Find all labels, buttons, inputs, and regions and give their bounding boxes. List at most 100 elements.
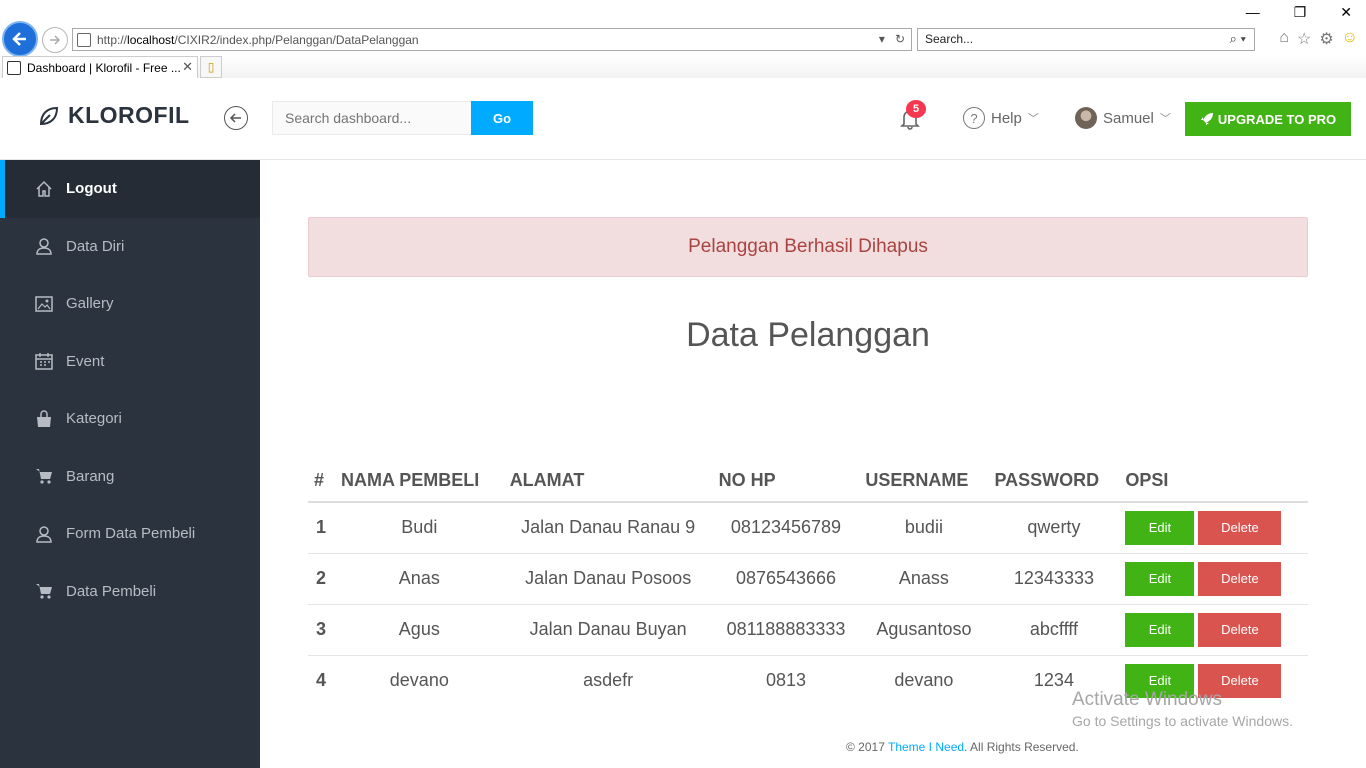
cell-username: Agusantoso [859, 603, 989, 655]
cell-alamat: Jalan Danau Buyan [503, 603, 713, 655]
footer-prefix: © 2017 [846, 740, 888, 754]
app-header: KLOROFIL Go 5 ? Help ﹀ Samuel ﹀ UPGRADE … [0, 78, 1366, 160]
sidebar-item-label: Gallery [66, 295, 114, 313]
dropdown-icon[interactable]: ▾ [879, 32, 885, 46]
chevron-down-icon: ﹀ [1027, 113, 1039, 125]
sidebar-item-form-data-pembeli[interactable]: Form Data Pembeli [0, 505, 260, 563]
alert-message: Pelanggan Berhasil Dihapus [308, 217, 1308, 277]
edit-button[interactable]: Edit [1125, 612, 1195, 647]
column-header: OPSI [1119, 460, 1308, 503]
address-bar[interactable]: http://localhost/CIXIR2/index.php/Pelang… [72, 28, 912, 51]
data-table: # NAMA PEMBELI ALAMAT NO HP USERNAME PAS… [308, 460, 1308, 706]
cell-number: 2 [308, 552, 335, 604]
footer-suffix: . All Rights Reserved. [964, 740, 1079, 754]
cell-username: budii [859, 501, 989, 553]
leaf-icon [39, 106, 59, 125]
cell-alamat: Jalan Danau Ranau 9 [503, 501, 713, 553]
arrow-left-icon [12, 32, 26, 46]
sidebar-item-logout[interactable]: Logout [0, 160, 260, 218]
settings-gear-icon[interactable]: ⚙ [1319, 29, 1333, 49]
help-menu[interactable]: ? Help ﹀ [963, 107, 1039, 129]
help-label: Help [991, 109, 1022, 127]
browser-chrome: — ❐ ✕ http://localhost/CIXIR2/index.php/… [0, 0, 1366, 57]
cell-nama: Anas [334, 552, 504, 604]
user-name: Samuel [1103, 109, 1154, 127]
forward-button[interactable] [42, 27, 68, 53]
search-icon[interactable]: ⌕ ▾ [1230, 31, 1246, 47]
feedback-smiley-icon[interactable]: ☺ [1342, 29, 1358, 49]
sidebar-item-event[interactable]: Event [0, 333, 260, 391]
sidebar-item-kategori[interactable]: Kategori [0, 390, 260, 448]
sidebar-toggle-button[interactable] [224, 106, 248, 130]
watermark-subtitle: Go to Settings to activate Windows. [1072, 713, 1293, 729]
cell-nama: Budi [334, 501, 504, 553]
cell-password: qwerty [988, 501, 1120, 553]
chevron-down-icon: ﹀ [1159, 113, 1171, 125]
question-icon: ? [963, 107, 985, 129]
delete-button[interactable]: Delete [1198, 510, 1282, 545]
home-icon[interactable]: ⌂ [1279, 29, 1289, 49]
delete-button[interactable]: Delete [1198, 612, 1282, 647]
footer-link[interactable]: Theme I Need [888, 740, 964, 754]
calendar-icon [34, 351, 54, 371]
new-tab-button[interactable]: ▯ [200, 56, 222, 78]
sidebar-item-data-pembeli[interactable]: Data Pembeli [0, 563, 260, 621]
sidebar-item-data-diri[interactable]: Data Diri [0, 218, 260, 276]
edit-button[interactable]: Edit [1125, 510, 1195, 545]
notification-badge: 5 [906, 100, 926, 118]
cell-username: devano [859, 654, 989, 706]
column-header: NAMA PEMBELI [334, 460, 504, 503]
user-icon [34, 236, 54, 256]
tab-dashboard[interactable]: Dashboard | Klorofil - Free ... ✕ [2, 56, 198, 78]
upgrade-label: UPGRADE TO PRO [1217, 111, 1337, 127]
delete-button[interactable]: Delete [1198, 561, 1282, 596]
cart-icon [34, 466, 54, 486]
browser-search-input[interactable]: Search... ⌕ ▾ [917, 28, 1255, 51]
url-path: /CIXIR2/index.php/Pelanggan/DataPelangga… [174, 32, 419, 47]
arrow-left-circle-icon [229, 113, 241, 123]
restore-button[interactable]: ❐ [1294, 4, 1307, 21]
back-button[interactable] [2, 21, 38, 57]
cell-opsi: Edit Delete [1119, 552, 1308, 604]
column-header: ALAMAT [503, 460, 713, 503]
cell-alamat: asdefr [503, 654, 713, 706]
close-tab-icon[interactable]: ✕ [182, 59, 193, 75]
favorites-star-icon[interactable]: ☆ [1297, 29, 1311, 49]
cell-no-hp: 0876543666 [712, 552, 860, 604]
sidebar-item-gallery[interactable]: Gallery [0, 275, 260, 333]
tab-bar: Dashboard | Klorofil - Free ... ✕ ▯ [0, 56, 1366, 78]
cell-number: 4 [308, 654, 335, 706]
footer: © 2017 Theme I Need. All Rights Reserved… [846, 740, 1079, 754]
avatar [1075, 107, 1097, 129]
cell-password: abcffff [988, 603, 1120, 655]
edit-button[interactable]: Edit [1125, 561, 1195, 596]
cell-no-hp: 0813 [712, 654, 860, 706]
watermark-title: Activate Windows [1072, 689, 1222, 710]
cell-number: 1 [308, 501, 335, 553]
page-title: Data Pelanggan [686, 316, 930, 354]
cell-number: 3 [308, 603, 335, 655]
sidebar-item-label: Barang [66, 467, 115, 485]
cell-username: Anass [859, 552, 989, 604]
browser-toolbar: ⌂ ☆ ⚙ ☺ [1279, 29, 1358, 49]
sidebar-item-label: Logout [66, 180, 117, 198]
close-window-button[interactable]: ✕ [1340, 4, 1352, 21]
cell-nama: devano [334, 654, 504, 706]
column-header: NO HP [712, 460, 860, 503]
table-row: 3 Agus Jalan Danau Buyan 081188883333 Ag… [308, 603, 1308, 655]
upgrade-button[interactable]: UPGRADE TO PRO [1185, 102, 1351, 136]
refresh-icon[interactable]: ↻ [895, 32, 905, 46]
cell-no-hp: 081188883333 [712, 603, 860, 655]
cart-icon [34, 581, 54, 601]
dashboard-search-input[interactable] [272, 101, 472, 135]
sidebar-item-barang[interactable]: Barang [0, 448, 260, 506]
windows-activation-watermark: Activate Windows Go to Settings to activ… [1072, 689, 1293, 729]
column-header: # [308, 460, 335, 503]
brand-logo[interactable]: KLOROFIL [38, 102, 190, 129]
tab-favicon-icon [7, 60, 21, 75]
table-row: 2 Anas Jalan Danau Posoos 0876543666 Ana… [308, 552, 1308, 604]
go-button[interactable]: Go [471, 101, 533, 135]
minimize-button[interactable]: — [1246, 4, 1260, 21]
bag-icon [34, 409, 54, 429]
user-menu[interactable]: Samuel ﹀ [1075, 107, 1171, 129]
